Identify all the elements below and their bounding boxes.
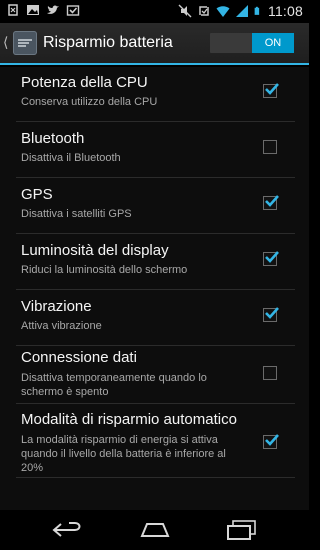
checkmark-icon	[265, 307, 279, 319]
setting-title: Connessione dati	[21, 349, 137, 366]
setting-title: Modalità di risparmio automatico	[21, 411, 237, 428]
settings-list: Potenza della CPU Conserva utilizzo dell…	[0, 67, 309, 510]
up-navigation-icon[interactable]: ⟨	[3, 34, 8, 51]
setting-cpu-power[interactable]: Potenza della CPU Conserva utilizzo dell…	[16, 67, 295, 122]
master-toggle[interactable]: ON	[210, 33, 294, 53]
setting-summary: Attiva vibrazione	[21, 320, 102, 332]
setting-vibration[interactable]: Vibrazione Attiva vibrazione	[16, 291, 295, 346]
gps-checkbox[interactable]	[263, 195, 279, 210]
setting-auto-saving-mode[interactable]: Modalità di risparmio automatico La moda…	[16, 405, 295, 478]
app-icon[interactable]	[13, 31, 37, 55]
data-connection-checkbox[interactable]	[263, 366, 277, 380]
download-complete-icon	[66, 5, 80, 16]
checkmark-icon	[265, 195, 279, 207]
home-icon[interactable]	[138, 519, 172, 541]
setting-title: Potenza della CPU	[21, 74, 148, 91]
setting-title: Luminosità del display	[21, 242, 169, 259]
setting-data-connection[interactable]: Connessione dati Disattiva temporaneamen…	[16, 347, 295, 404]
setting-bluetooth[interactable]: Bluetooth Disattiva il Bluetooth	[16, 123, 295, 178]
checkmark-icon	[265, 434, 279, 446]
gallery-icon	[27, 5, 39, 15]
mute-icon	[178, 4, 192, 18]
setting-gps[interactable]: GPS Disattiva i satelliti GPS	[16, 179, 295, 234]
checkmark-icon	[265, 83, 279, 95]
battery-icon	[254, 6, 260, 15]
setting-title: Vibrazione	[21, 298, 92, 315]
display-brightness-checkbox[interactable]	[263, 251, 279, 266]
signal-icon	[236, 5, 248, 17]
action-bar: ⟨ Risparmio batteria ON	[0, 23, 309, 65]
setting-summary: La modalità risparmio di energia si atti…	[21, 434, 226, 474]
system-icons: 11:08	[178, 3, 303, 19]
setting-summary: Disattiva il Bluetooth	[21, 152, 121, 164]
cpu-power-checkbox[interactable]	[263, 83, 279, 98]
sync-icon	[199, 6, 209, 16]
auto-saving-mode-checkbox[interactable]	[263, 434, 279, 449]
page-title: Risparmio batteria	[43, 34, 173, 51]
setting-summary: Conserva utilizzo della CPU	[21, 96, 158, 108]
recent-apps-icon[interactable]	[225, 519, 259, 541]
toggle-on-label: ON	[252, 33, 294, 53]
setting-title: GPS	[21, 186, 53, 203]
setting-summary: Disattiva temporaneamente quando lo sche…	[21, 372, 207, 398]
status-bar: 11:08	[0, 0, 309, 23]
navigation-bar	[0, 510, 309, 550]
battery-saver-logo-icon	[18, 39, 32, 47]
notification-icons	[6, 3, 80, 17]
setting-display-brightness[interactable]: Luminosità del display Riduci la luminos…	[16, 235, 295, 290]
vibration-checkbox[interactable]	[263, 307, 279, 322]
usb-debug-icon	[8, 4, 18, 16]
back-icon[interactable]	[51, 519, 85, 541]
clock: 11:08	[268, 3, 303, 19]
setting-title: Bluetooth	[21, 130, 85, 147]
setting-summary: Disattiva i satelliti GPS	[21, 208, 132, 220]
setting-summary: Riduci la luminosità dello schermo	[21, 264, 188, 276]
twitter-icon	[47, 5, 59, 14]
wifi-icon	[216, 6, 230, 17]
bluetooth-checkbox[interactable]	[263, 140, 277, 154]
checkmark-icon	[265, 251, 279, 263]
